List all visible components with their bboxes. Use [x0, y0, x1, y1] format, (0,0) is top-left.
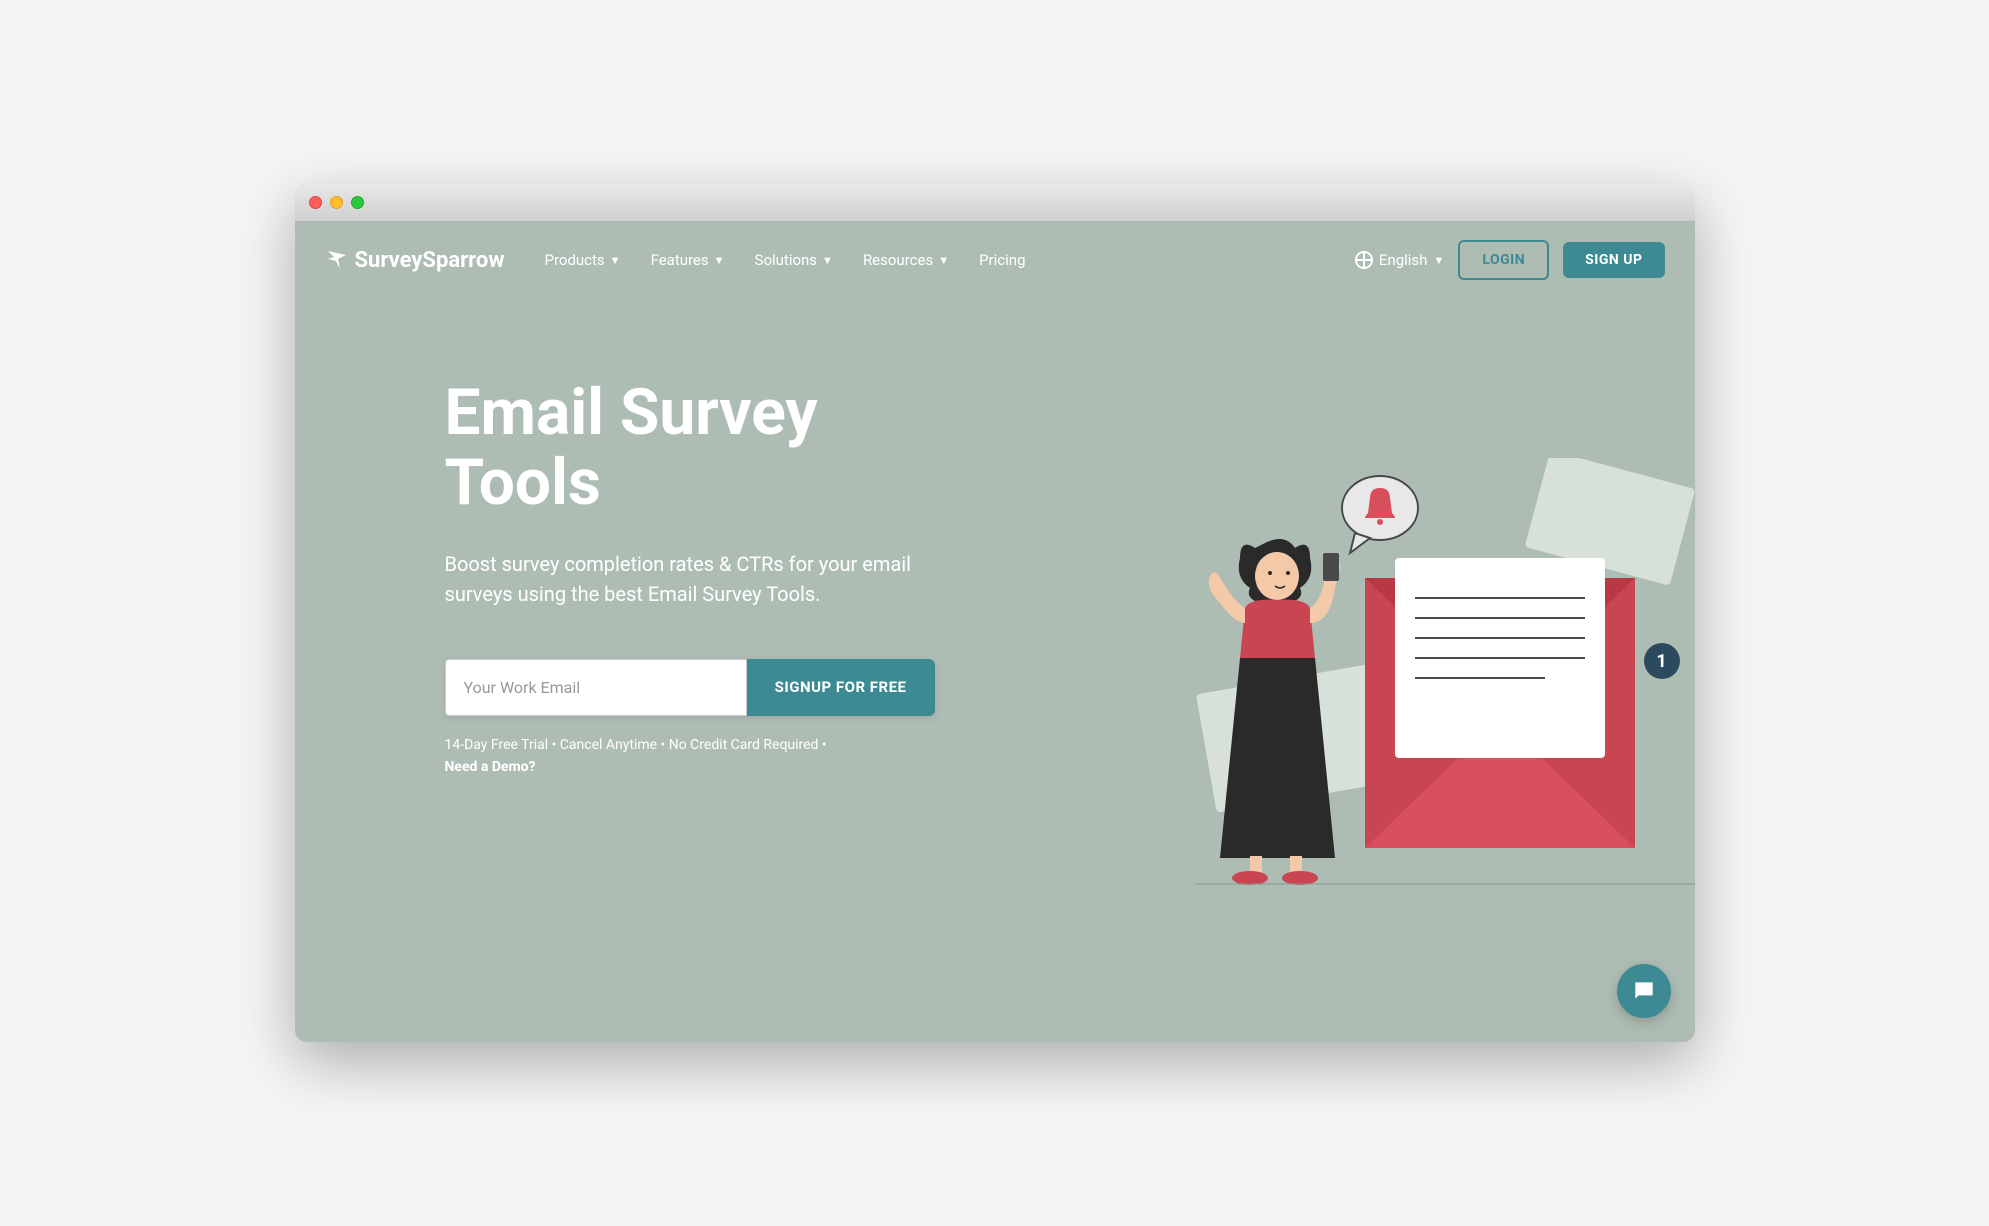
maximize-window-button[interactable] — [351, 196, 364, 209]
browser-window: SurveySparrow Products▼ Features▼ Soluti… — [295, 184, 1695, 1042]
work-email-input[interactable] — [445, 659, 747, 716]
brand-logo[interactable]: SurveySparrow — [325, 248, 505, 273]
signup-free-button[interactable]: SIGNUP FOR FREE — [747, 659, 935, 716]
close-window-button[interactable] — [309, 196, 322, 209]
nav-left: SurveySparrow Products▼ Features▼ Soluti… — [325, 248, 1026, 273]
hero-text: Email Survey Tools Boost survey completi… — [445, 378, 1116, 779]
title-bar — [295, 184, 1695, 222]
nav-features[interactable]: Features▼ — [651, 251, 725, 269]
sparrow-icon — [325, 248, 349, 272]
nav-right: English ▼ LOGIN SIGN UP — [1355, 240, 1665, 280]
email-illustration — [1195, 458, 1695, 908]
hero-subtitle: Boost survey completion rates & CTRs for… — [445, 549, 945, 609]
hero-section: Email Survey Tools Boost survey completi… — [295, 298, 1695, 819]
hero-illustration: 1 — [1195, 458, 1695, 908]
minimize-window-button[interactable] — [330, 196, 343, 209]
chevron-down-icon: ▼ — [610, 254, 621, 267]
nav-menu: Products▼ Features▼ Solutions▼ Resources… — [544, 251, 1025, 269]
chat-widget-button[interactable] — [1617, 964, 1671, 1018]
signup-form: SIGNUP FOR FREE — [445, 659, 935, 716]
chevron-down-icon: ▼ — [938, 254, 949, 267]
chevron-down-icon: ▼ — [822, 254, 833, 267]
nav-solutions[interactable]: Solutions▼ — [755, 251, 833, 269]
top-nav: SurveySparrow Products▼ Features▼ Soluti… — [295, 222, 1695, 298]
hero-title: Email Survey Tools — [445, 378, 1116, 519]
page-content: SurveySparrow Products▼ Features▼ Soluti… — [295, 222, 1695, 1042]
language-selector[interactable]: English ▼ — [1355, 251, 1444, 269]
traffic-lights — [309, 196, 364, 209]
need-demo-link[interactable]: Need a Demo? — [445, 759, 536, 775]
login-button[interactable]: LOGIN — [1458, 240, 1549, 280]
chat-icon — [1631, 978, 1657, 1004]
notification-badge: 1 — [1644, 643, 1680, 679]
nav-products[interactable]: Products▼ — [544, 251, 620, 269]
disclaimer-text: 14-Day Free Trial • Cancel Anytime • No … — [445, 734, 1116, 779]
chevron-down-icon: ▼ — [714, 254, 725, 267]
globe-icon — [1355, 251, 1373, 269]
chevron-down-icon: ▼ — [1433, 254, 1444, 267]
signup-button[interactable]: SIGN UP — [1563, 242, 1664, 278]
brand-name: SurveySparrow — [355, 248, 505, 273]
nav-resources[interactable]: Resources▼ — [863, 251, 949, 269]
nav-pricing[interactable]: Pricing — [979, 251, 1025, 269]
